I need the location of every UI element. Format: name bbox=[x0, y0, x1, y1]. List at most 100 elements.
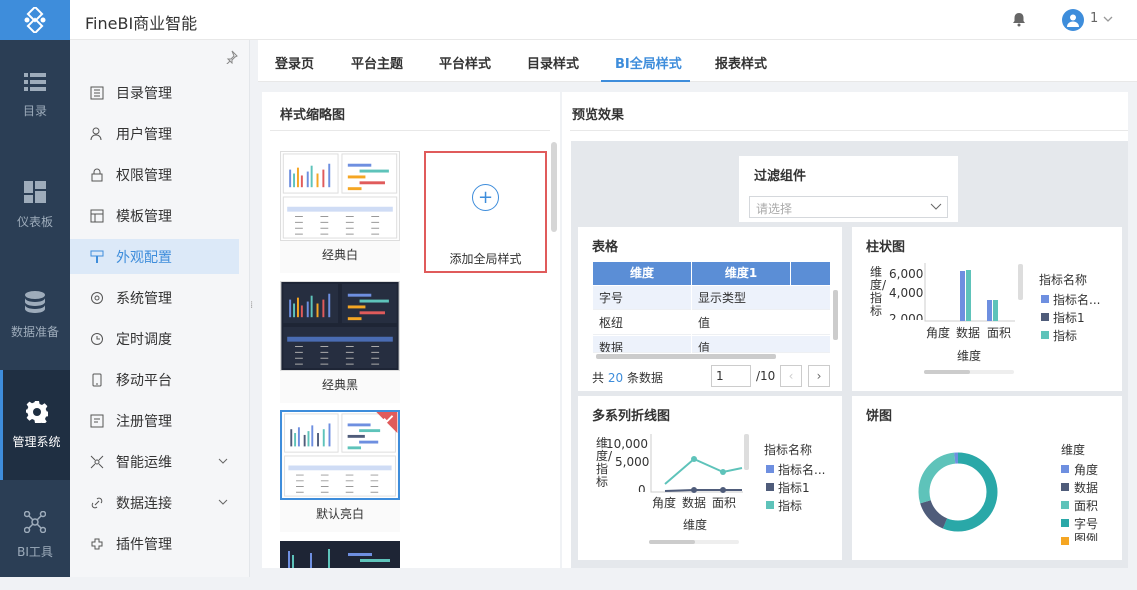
menu-item-data-connection[interactable]: 数据连接 bbox=[70, 485, 239, 520]
app-title: FineBI商业智能 bbox=[85, 14, 198, 33]
style-card-label: 经典黑 bbox=[321, 378, 358, 392]
nav-label: 管理系统 bbox=[12, 434, 61, 449]
nav-data-prep[interactable]: 数据准备 bbox=[0, 260, 70, 370]
style-card-classic-black[interactable]: 经典黑 bbox=[280, 281, 400, 403]
footer-prefix: 共 bbox=[592, 371, 605, 385]
table-vscroll[interactable] bbox=[833, 290, 838, 340]
tab-login-page[interactable]: 登录页 bbox=[275, 53, 314, 72]
ops-icon bbox=[90, 455, 104, 468]
bar-y-label: 维度/指标 bbox=[870, 266, 886, 318]
nav-catalog[interactable]: 目录 bbox=[0, 40, 70, 150]
avatar[interactable] bbox=[1062, 9, 1084, 31]
line-scrollbar[interactable] bbox=[649, 540, 739, 544]
legend-scrollbar[interactable] bbox=[1018, 264, 1023, 300]
row-count: 20 bbox=[607, 371, 624, 385]
divider bbox=[570, 130, 1128, 131]
chevron-down-icon[interactable] bbox=[930, 200, 942, 216]
bar-scrollbar[interactable] bbox=[924, 370, 1014, 374]
bar-chart-title: 柱状图 bbox=[866, 240, 906, 255]
template-icon bbox=[90, 209, 104, 222]
bar-x-tick: 面积 bbox=[987, 326, 1012, 340]
database-icon bbox=[25, 290, 45, 313]
tab-platform-style[interactable]: 平台样式 bbox=[439, 53, 491, 72]
prev-page-button[interactable]: ‹ bbox=[780, 365, 802, 387]
page-input[interactable]: 1 bbox=[711, 365, 751, 387]
pie-legend-item: 图例 bbox=[1074, 533, 1099, 541]
nav-dashboard[interactable]: 仪表板 bbox=[0, 150, 70, 260]
table-hscroll[interactable] bbox=[596, 354, 776, 359]
tab-report-style[interactable]: 报表样式 bbox=[715, 53, 767, 72]
line-chart-title: 多系列折线图 bbox=[592, 409, 671, 424]
chevron-down-icon[interactable] bbox=[217, 455, 229, 467]
app-logo[interactable] bbox=[0, 0, 70, 40]
tab-bi-global-style[interactable]: BI全局样式 bbox=[615, 53, 682, 72]
style-card-classic-white[interactable]: 经典白 bbox=[280, 151, 400, 273]
pie-legend-item: 字号 bbox=[1074, 517, 1099, 531]
bar-y-tick: 2,000 bbox=[889, 313, 924, 320]
line-series bbox=[664, 489, 742, 492]
menu-item-ops[interactable]: 智能运维 bbox=[70, 444, 239, 479]
tab-platform-theme[interactable]: 平台主题 bbox=[351, 53, 403, 72]
user-icon bbox=[90, 127, 102, 140]
tab-catalog-style[interactable]: 目录样式 bbox=[527, 53, 579, 72]
nav-bi-tools[interactable]: BI工具 bbox=[0, 480, 70, 590]
next-page-button[interactable]: › bbox=[808, 365, 830, 387]
bar-x-label: 维度 bbox=[957, 349, 982, 363]
menu-item-mobile[interactable]: 移动平台 bbox=[70, 362, 239, 397]
pie-legend-item: 面积 bbox=[1074, 499, 1099, 513]
bar bbox=[960, 271, 965, 321]
table-title: 表格 bbox=[592, 240, 619, 255]
chevron-down-icon[interactable] bbox=[1101, 12, 1115, 30]
line-point bbox=[720, 469, 726, 475]
line-x-tick: 角度 bbox=[652, 496, 677, 510]
menu-label: 模板管理 bbox=[116, 208, 172, 225]
line-x-tick: 面积 bbox=[712, 496, 737, 510]
line-legend-item: 指标1 bbox=[778, 481, 810, 495]
menu-item-system[interactable]: 系统管理 bbox=[70, 280, 239, 315]
plugin-icon bbox=[91, 538, 103, 549]
line-series bbox=[664, 457, 743, 485]
line-y-tick: 10,000 bbox=[606, 437, 648, 451]
bar-legend-item: 指标名... bbox=[1053, 293, 1101, 307]
bar-legend-item: 指标1 bbox=[1053, 311, 1085, 325]
menu-item-catalog[interactable]: 目录管理 bbox=[70, 75, 239, 110]
style-card-partial[interactable] bbox=[280, 541, 400, 568]
menu-item-permissions[interactable]: 权限管理 bbox=[70, 157, 239, 192]
menu-item-appearance[interactable]: 外观配置 bbox=[70, 239, 239, 274]
legend-scrollbar[interactable] bbox=[744, 434, 749, 470]
scrollbar[interactable] bbox=[551, 142, 557, 232]
drag-handle[interactable]: ⁞ bbox=[250, 300, 253, 311]
filter-select[interactable]: 请选择 bbox=[749, 196, 948, 218]
table-header-cell: 维度1 bbox=[692, 262, 790, 285]
line-point bbox=[720, 487, 726, 493]
add-icon[interactable]: + bbox=[472, 184, 499, 211]
menu-item-register[interactable]: 注册管理 bbox=[70, 403, 239, 438]
default-bright-thumbnail bbox=[280, 410, 400, 500]
style-card-label: 经典白 bbox=[321, 248, 358, 262]
link-icon bbox=[91, 497, 103, 508]
legend-swatch bbox=[1041, 295, 1049, 303]
style-card-default-bright[interactable]: 默认亮白 bbox=[280, 410, 400, 532]
legend-swatch bbox=[1041, 313, 1049, 321]
chevron-down-icon[interactable] bbox=[217, 496, 229, 508]
menu-label: 用户管理 bbox=[116, 126, 172, 143]
menu-item-plugins[interactable]: 插件管理 bbox=[70, 526, 239, 561]
user-name[interactable]: 1 bbox=[1090, 11, 1098, 26]
menu-item-users[interactable]: 用户管理 bbox=[70, 116, 239, 151]
bar-y-tick: 4,000 bbox=[889, 286, 924, 300]
nav-management[interactable]: 管理系统 bbox=[0, 370, 70, 480]
pin-icon[interactable] bbox=[224, 50, 238, 68]
menu-item-schedule[interactable]: 定时调度 bbox=[70, 321, 239, 356]
table-cell: 数据 bbox=[593, 336, 691, 353]
menu-label: 插件管理 bbox=[116, 536, 172, 553]
bar-y-tick: 6,000 bbox=[889, 267, 924, 281]
active-tab-indicator bbox=[601, 80, 690, 82]
line-y-tick: 5,000 bbox=[615, 455, 650, 469]
nav-label: 数据准备 bbox=[10, 324, 59, 339]
menu-item-templates[interactable]: 模板管理 bbox=[70, 198, 239, 233]
nav-label: BI工具 bbox=[17, 544, 53, 559]
catalog-icon bbox=[90, 86, 104, 99]
bell-icon[interactable] bbox=[1012, 12, 1026, 31]
thumbnail-title: 样式缩略图 bbox=[280, 108, 346, 123]
pie-legend-title: 维度 bbox=[1061, 443, 1086, 457]
